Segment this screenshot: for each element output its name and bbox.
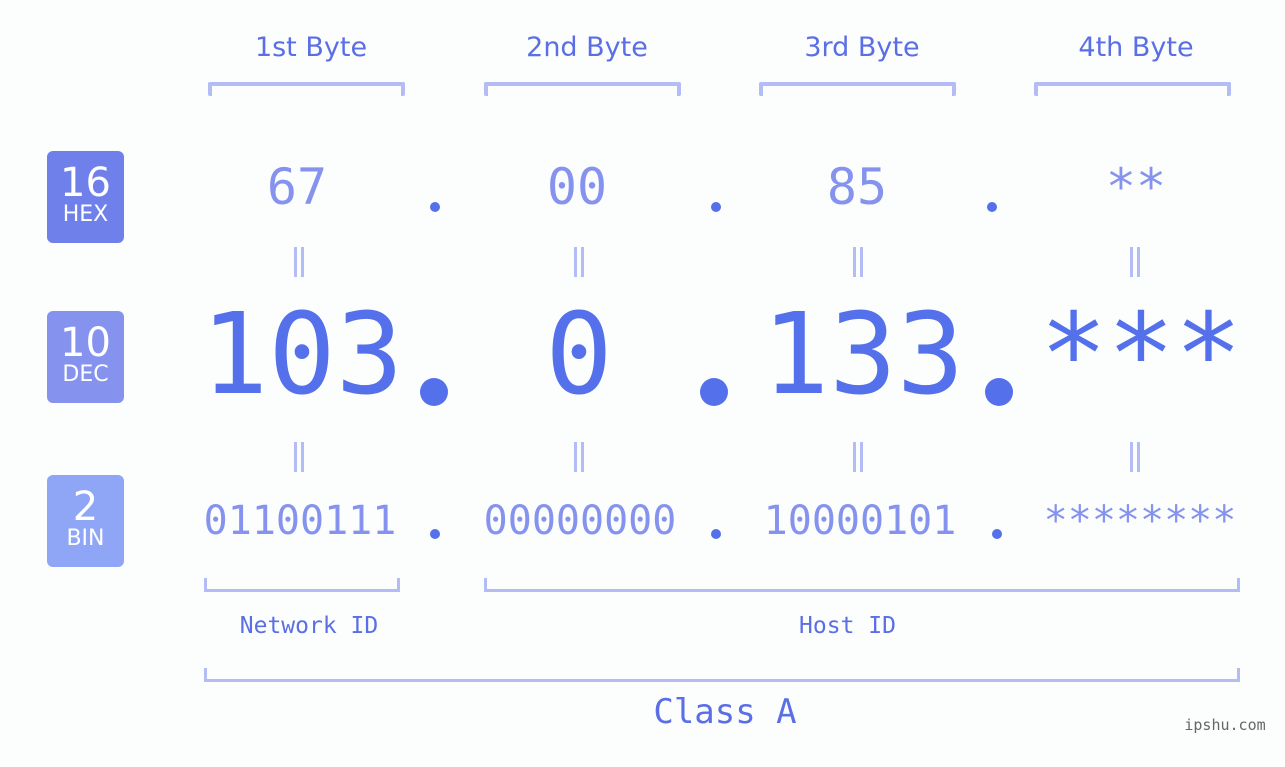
byte-bracket-2 (484, 82, 681, 96)
byte-header-2: 2nd Byte (526, 32, 648, 63)
dec-dot-2 (700, 378, 728, 406)
dec-base-number: 10 (60, 320, 111, 366)
hex-dot-1 (430, 202, 440, 212)
watermark: ipshu.com (1184, 716, 1266, 734)
hex-base-number: 16 (60, 160, 111, 206)
hex-dot-3 (987, 202, 997, 212)
dec-dot-3 (985, 378, 1013, 406)
byte-bracket-4 (1034, 82, 1231, 96)
equals-icon (572, 442, 586, 472)
bin-byte-4: ******** (1043, 498, 1237, 544)
equals-icon (292, 442, 306, 472)
bin-base-number: 2 (72, 484, 99, 530)
dec-byte-2: 0 (545, 290, 613, 420)
host-id-label: Host ID (799, 613, 896, 639)
equals-icon (1128, 442, 1142, 472)
bin-dot-3 (992, 529, 1002, 539)
bin-byte-3: 10000101 (763, 498, 957, 544)
bin-badge: 2 BIN (47, 475, 124, 567)
hex-badge: 16 HEX (47, 151, 124, 243)
class-label: Class A (653, 692, 797, 732)
dec-dot-1 (420, 378, 448, 406)
equals-icon (1128, 247, 1142, 277)
byte-header-4: 4th Byte (1078, 32, 1194, 63)
byte-bracket-1 (208, 82, 405, 96)
hex-base-label: HEX (62, 202, 109, 227)
network-id-bracket (204, 578, 400, 592)
equals-icon (851, 247, 865, 277)
hex-byte-2: 00 (546, 158, 608, 216)
bin-dot-2 (711, 529, 721, 539)
dec-badge: 10 DEC (47, 311, 124, 403)
dec-base-label: DEC (62, 362, 109, 387)
dec-byte-3: 133 (761, 290, 965, 420)
byte-header-1: 1st Byte (254, 32, 368, 63)
class-bracket (204, 668, 1240, 682)
network-id-label: Network ID (239, 613, 379, 639)
host-id-bracket (484, 578, 1240, 592)
byte-bracket-3 (759, 82, 956, 96)
hex-dot-2 (711, 202, 721, 212)
dec-byte-1: 103 (200, 290, 404, 420)
hex-byte-1: 67 (266, 158, 328, 216)
hex-byte-3: 85 (826, 158, 888, 216)
byte-header-3: 3rd Byte (804, 32, 920, 63)
bin-byte-1: 01100111 (203, 498, 397, 544)
equals-icon (292, 247, 306, 277)
equals-icon (851, 442, 865, 472)
dec-byte-4: *** (1039, 290, 1243, 420)
bin-base-label: BIN (66, 526, 105, 551)
hex-byte-4: ** (1105, 158, 1167, 216)
bin-byte-2: 00000000 (483, 498, 677, 544)
bin-dot-1 (430, 529, 440, 539)
equals-icon (572, 247, 586, 277)
